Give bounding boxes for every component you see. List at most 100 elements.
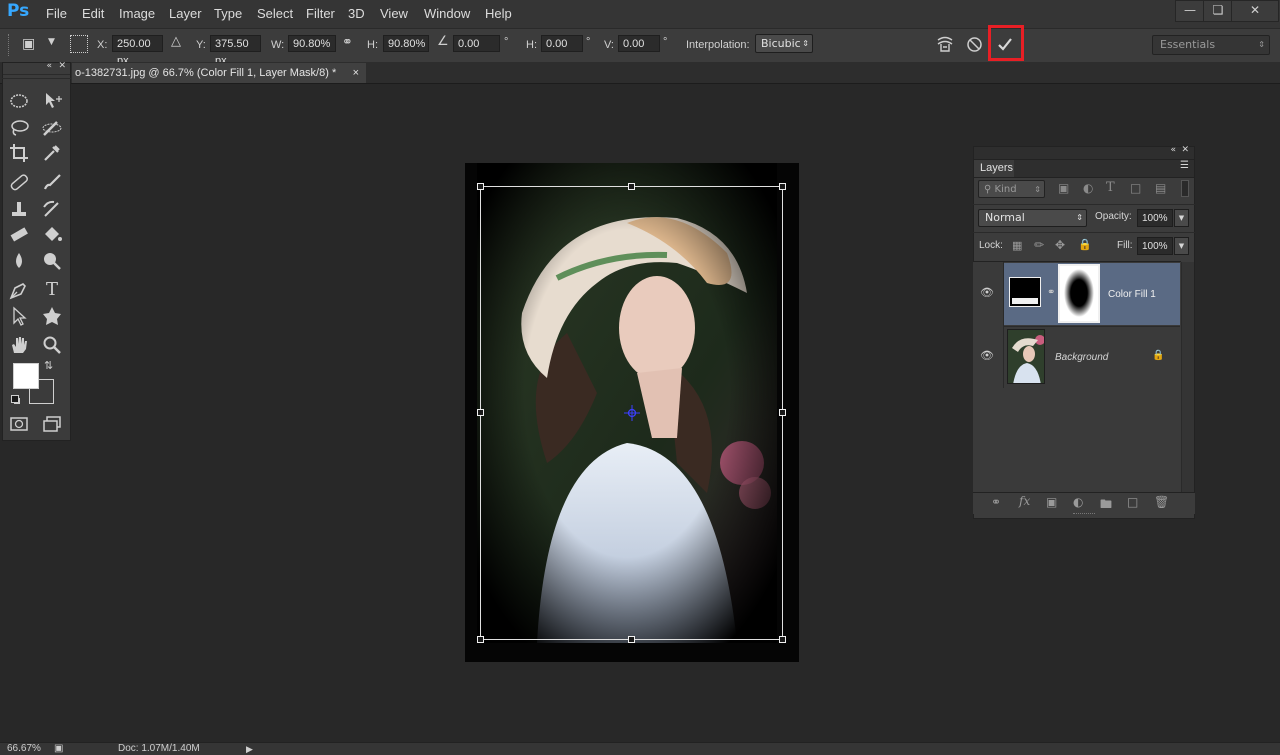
mask-link-icon[interactable]: ⚭	[1047, 287, 1055, 298]
delete-layer-icon[interactable]: 🗑	[1154, 495, 1169, 509]
healing-brush-icon[interactable]	[7, 170, 31, 194]
brush-icon[interactable]	[40, 170, 64, 194]
rotate-field[interactable]: 0.00	[453, 35, 500, 52]
restore-button[interactable]: ❏	[1203, 0, 1233, 22]
eraser-icon[interactable]	[7, 222, 31, 246]
panel-menu-icon[interactable]: ☰	[1180, 160, 1189, 171]
filter-shape-icon[interactable]: □	[1130, 181, 1141, 195]
transform-handle-bottom-left[interactable]	[477, 636, 484, 643]
minimize-button[interactable]: —	[1175, 0, 1205, 22]
fill-field[interactable]: 100%	[1137, 237, 1173, 255]
width-field[interactable]: 90.80%	[288, 35, 336, 52]
warp-mode-icon[interactable]	[935, 34, 955, 54]
paint-bucket-icon[interactable]	[40, 222, 64, 246]
status-menu-icon[interactable]: ▣	[54, 743, 63, 755]
blur-icon[interactable]	[7, 249, 31, 273]
clone-stamp-icon[interactable]	[7, 197, 31, 221]
v-skew-field[interactable]: 0.00	[618, 35, 660, 52]
quick-mask-icon[interactable]	[7, 412, 31, 436]
move-icon[interactable]	[40, 89, 64, 113]
new-group-icon[interactable]: 🖿	[1100, 495, 1112, 516]
collapse-icon[interactable]: «	[1170, 145, 1176, 155]
lock-position-icon[interactable]: ✥	[1055, 238, 1065, 252]
close-window-button[interactable]: ✕	[1231, 0, 1279, 22]
lock-all-icon[interactable]: 🔒	[1078, 238, 1092, 251]
opacity-dropdown-icon[interactable]: ▼	[1174, 209, 1189, 227]
reference-point-crosshair-icon[interactable]	[624, 405, 640, 421]
menu-filter[interactable]: Filter	[306, 6, 335, 21]
menu-image[interactable]: Image	[119, 6, 155, 21]
eyedropper-icon[interactable]	[40, 141, 64, 165]
height-field[interactable]: 90.80%	[383, 35, 429, 52]
filter-smart-object-icon[interactable]: ▤	[1155, 181, 1166, 195]
lock-image-icon[interactable]: ✏	[1034, 238, 1044, 252]
layer-style-icon[interactable]: fx	[1019, 494, 1030, 508]
history-brush-icon[interactable]	[40, 197, 64, 221]
interpolation-select[interactable]: Bicubic ⇕	[755, 34, 813, 53]
path-selection-icon[interactable]	[7, 304, 31, 328]
layers-panel-header[interactable]: « ✕	[974, 145, 1194, 160]
menu-3d[interactable]: 3D	[348, 6, 365, 21]
layer-name-color-fill[interactable]: Color Fill 1	[1108, 289, 1156, 300]
relative-position-icon[interactable]: △	[171, 34, 181, 49]
document-tab[interactable]: o-1382731.jpg @ 66.7% (Color Fill 1, Lay…	[72, 63, 366, 83]
quick-selection-icon[interactable]	[40, 116, 64, 140]
transform-handle-top-left[interactable]	[477, 183, 484, 190]
menu-help[interactable]: Help	[485, 6, 512, 21]
workspace-select[interactable]: Essentials ⇕	[1152, 35, 1270, 55]
menu-layer[interactable]: Layer	[169, 6, 202, 21]
filter-adjustment-icon[interactable]: ◐	[1083, 181, 1093, 195]
add-mask-icon[interactable]: ▣	[1046, 495, 1057, 509]
panel-resize-grip[interactable]	[1073, 513, 1095, 517]
screen-mode-icon[interactable]	[40, 412, 64, 436]
fill-dropdown-icon[interactable]: ▼	[1174, 237, 1189, 255]
menu-type[interactable]: Type	[214, 6, 242, 21]
custom-shape-icon[interactable]	[40, 304, 64, 328]
layer-mask-thumbnail[interactable]	[1058, 264, 1100, 323]
hand-icon[interactable]	[7, 333, 31, 357]
transform-handle-bottom[interactable]	[628, 636, 635, 643]
elliptical-marquee-icon[interactable]	[7, 89, 31, 113]
default-colors-icon[interactable]	[11, 395, 20, 404]
menu-select[interactable]: Select	[257, 6, 293, 21]
transform-handle-bottom-right[interactable]	[779, 636, 786, 643]
color-fill-thumbnail[interactable]	[1009, 277, 1041, 307]
status-expand-icon[interactable]: ▶	[246, 743, 253, 755]
swap-colors-icon[interactable]: ⇅	[44, 359, 53, 372]
filter-toggle[interactable]	[1181, 180, 1189, 197]
h-skew-field[interactable]: 0.00	[541, 35, 583, 52]
new-layer-icon[interactable]: □	[1127, 495, 1138, 509]
menu-file[interactable]: File	[46, 6, 67, 21]
menu-view[interactable]: View	[380, 6, 408, 21]
close-icon[interactable]: ✕	[58, 61, 66, 71]
filter-pixel-icon[interactable]: ▣	[1058, 181, 1069, 195]
type-icon[interactable]: T	[40, 278, 64, 302]
menu-edit[interactable]: Edit	[82, 6, 104, 21]
transform-handle-right[interactable]	[779, 409, 786, 416]
menu-window[interactable]: Window	[424, 6, 470, 21]
reference-point-icon[interactable]	[70, 35, 88, 53]
collapse-icon[interactable]: «	[46, 61, 52, 71]
blend-mode-select[interactable]: Normal ⇕	[978, 209, 1087, 227]
filter-kind-select[interactable]: ⚲ Kind ⇕	[978, 180, 1045, 198]
transform-handle-left[interactable]	[477, 409, 484, 416]
zoom-icon[interactable]	[40, 333, 64, 357]
filter-type-icon[interactable]: T	[1106, 180, 1115, 195]
adjustment-layer-icon[interactable]: ◐	[1073, 495, 1083, 509]
foreground-color-swatch[interactable]	[13, 363, 39, 389]
zoom-level[interactable]: 66.67%	[7, 743, 41, 755]
lasso-icon[interactable]	[7, 116, 31, 140]
layer-name-background[interactable]: Background	[1055, 352, 1108, 363]
transform-handle-top-right[interactable]	[779, 183, 786, 190]
cancel-icon[interactable]	[966, 36, 983, 53]
opacity-field[interactable]: 100%	[1137, 209, 1173, 227]
y-field[interactable]: 375.50 px	[210, 35, 261, 67]
transform-handle-top[interactable]	[628, 183, 635, 190]
transform-tool-preset-icon[interactable]: ▣	[22, 36, 35, 52]
eye-visibility-icon[interactable]: 👁	[980, 286, 994, 299]
link-layers-icon[interactable]: ⚭	[991, 495, 1001, 509]
chevron-down-icon[interactable]: ▼	[48, 37, 55, 47]
layers-tab[interactable]: Layers	[974, 160, 1014, 177]
close-icon[interactable]: ✕	[1181, 145, 1189, 155]
eye-visibility-icon[interactable]: 👁	[980, 349, 994, 362]
